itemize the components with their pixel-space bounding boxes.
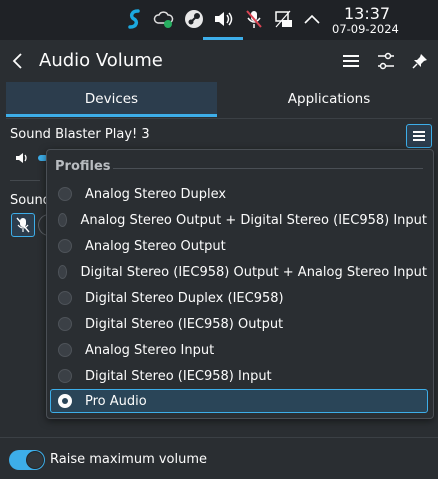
chevron-left-icon: [12, 53, 22, 69]
speaker-icon[interactable]: [212, 8, 234, 30]
applet-header: Audio Volume: [0, 40, 438, 82]
footer-divider: [0, 437, 438, 438]
radio-button[interactable]: [58, 343, 72, 357]
radio-button[interactable]: [58, 291, 72, 305]
profile-option[interactable]: Digital Stereo (IEC958) Input: [50, 364, 428, 388]
profile-option-selected[interactable]: Pro Audio: [50, 389, 428, 413]
profile-label: Digital Stereo (IEC958) Output + Analog …: [80, 264, 427, 280]
profile-label: Analog Stereo Output + Digital Stereo (I…: [80, 212, 427, 228]
radio-button-checked[interactable]: [58, 394, 72, 408]
tab-bar: Devices Applications: [6, 82, 432, 119]
raise-max-volume-label[interactable]: Raise maximum volume: [50, 452, 207, 467]
pin-icon: [412, 54, 427, 69]
profiles-header: Profiles: [55, 159, 111, 174]
profile-option[interactable]: Analog Stereo Duplex: [50, 182, 428, 206]
device-menu-button[interactable]: [406, 124, 432, 148]
hamburger-icon: [413, 131, 425, 141]
clock-date[interactable]: 07-09-2024: [332, 22, 399, 36]
profile-option[interactable]: Analog Stereo Input: [50, 338, 428, 362]
radio-button[interactable]: [58, 239, 72, 253]
pin-button[interactable]: [407, 48, 433, 74]
profile-label: Analog Stereo Output: [85, 238, 226, 254]
radio-button[interactable]: [58, 317, 72, 331]
profile-label: Analog Stereo Duplex: [85, 186, 227, 202]
hamburger-menu-button[interactable]: [338, 48, 364, 74]
profile-label: Analog Stereo Input: [85, 342, 215, 358]
network-icon[interactable]: [273, 8, 295, 30]
mic-mute-button[interactable]: [11, 213, 35, 237]
cloud-sync-icon[interactable]: [153, 8, 175, 30]
tab-devices[interactable]: Devices: [6, 82, 217, 116]
tab-applications[interactable]: Applications: [224, 82, 434, 116]
profile-option[interactable]: Digital Stereo Duplex (IEC958): [50, 286, 428, 310]
mic-muted-icon[interactable]: [243, 8, 265, 30]
section-divider: [10, 180, 40, 181]
radio-button[interactable]: [58, 265, 68, 279]
radio-button[interactable]: [58, 213, 68, 227]
toggle-knob: [26, 451, 44, 469]
active-tab-indicator: [6, 114, 217, 117]
hamburger-icon: [343, 55, 359, 67]
profile-label: Digital Stereo Duplex (IEC958): [85, 290, 284, 306]
radio-button[interactable]: [58, 369, 72, 383]
taskbar: 13:37 07-09-2024: [0, 0, 438, 40]
tray-expand-icon[interactable]: [301, 8, 323, 30]
mic-muted-icon: [16, 217, 30, 233]
page-title: Audio Volume: [39, 50, 163, 71]
radio-dot: [62, 398, 68, 404]
radio-button[interactable]: [58, 187, 72, 201]
profile-label: Digital Stereo (IEC958) Input: [85, 368, 272, 384]
device-name: Sound Blaster Play! 3: [10, 127, 150, 142]
profile-option[interactable]: Digital Stereo (IEC958) Output: [50, 312, 428, 336]
back-button[interactable]: [5, 48, 31, 74]
profile-option[interactable]: Analog Stereo Output + Digital Stereo (I…: [50, 208, 428, 232]
raise-max-volume-toggle[interactable]: [9, 450, 45, 470]
profile-option[interactable]: Analog Stereo Output: [50, 234, 428, 258]
steam-icon[interactable]: [183, 8, 205, 30]
tab-label: Devices: [84, 91, 139, 107]
tab-label: Applications: [287, 91, 371, 107]
profiles-popup: Profiles Analog Stereo Duplex Analog Ste…: [46, 149, 434, 419]
profile-label: Digital Stereo (IEC958) Output: [85, 316, 284, 332]
profiles-header-rule: [113, 168, 423, 169]
device-speaker-icon[interactable]: [14, 151, 30, 169]
clock-time[interactable]: 13:37: [344, 4, 390, 23]
profile-option[interactable]: Digital Stereo (IEC958) Output + Analog …: [50, 260, 428, 284]
second-device-label: Sound: [10, 193, 51, 208]
configure-button[interactable]: [373, 48, 399, 74]
profile-label: Pro Audio: [85, 393, 147, 409]
steam-s-icon[interactable]: [123, 8, 145, 30]
settings-sliders-icon: [378, 52, 394, 70]
